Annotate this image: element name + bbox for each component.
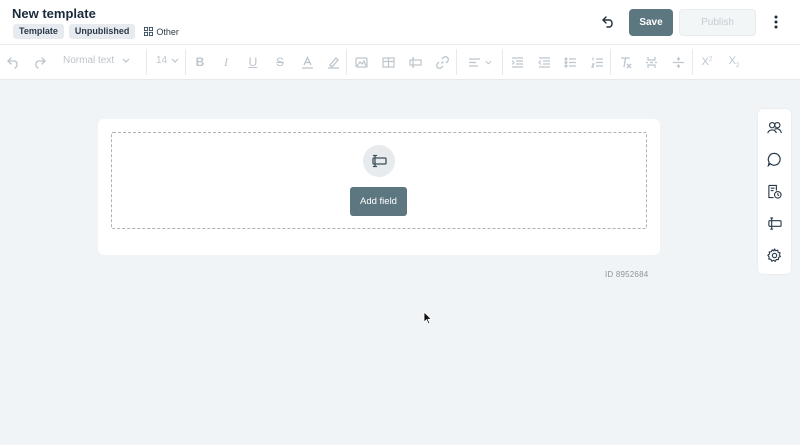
text-style-select[interactable]: Normal text xyxy=(63,55,130,66)
font-size-select[interactable]: 14 xyxy=(156,55,179,66)
clear-format-icon xyxy=(620,56,631,68)
strikethrough-icon: S xyxy=(275,55,284,69)
undo-edit-button[interactable] xyxy=(6,53,20,71)
template-title[interactable]: New template xyxy=(12,6,96,21)
right-side-panel xyxy=(758,109,791,274)
comments-button[interactable] xyxy=(766,151,783,168)
more-options-button[interactable] xyxy=(768,12,784,32)
underline-button[interactable]: U xyxy=(246,53,260,71)
align-left-icon xyxy=(469,57,480,67)
fields-button[interactable] xyxy=(766,215,783,232)
table-icon xyxy=(381,56,395,68)
text-field-icon xyxy=(372,154,387,168)
text-color-icon xyxy=(301,55,313,69)
subscript-icon: X2 xyxy=(728,54,740,70)
recipients-button[interactable] xyxy=(766,119,783,136)
category-tag[interactable]: Other xyxy=(144,27,179,37)
link-icon xyxy=(435,55,449,69)
history-button[interactable] xyxy=(766,183,783,200)
superscript-button[interactable]: X2 xyxy=(700,53,714,71)
horizontal-rule-icon xyxy=(672,56,684,68)
category-label: Other xyxy=(156,26,179,37)
redo-icon xyxy=(34,56,46,69)
comment-icon xyxy=(767,152,781,167)
publish-button[interactable]: Publish xyxy=(679,9,756,36)
undo-arrow-icon xyxy=(601,16,613,28)
top-header: New template Template Unpublished Other … xyxy=(0,0,800,44)
page-break-button[interactable] xyxy=(644,53,658,71)
toolbar-divider xyxy=(185,49,186,75)
text-align-select[interactable] xyxy=(466,53,494,71)
font-size-value: 14 xyxy=(156,55,168,66)
highlight-button[interactable] xyxy=(326,53,340,71)
outdent-icon xyxy=(537,56,550,68)
insert-image-button[interactable] xyxy=(354,53,368,71)
chevron-down-icon xyxy=(122,58,130,63)
numbered-list-button[interactable] xyxy=(590,53,604,71)
users-icon xyxy=(767,121,782,134)
toolbar-divider xyxy=(456,49,457,75)
underline-icon: U xyxy=(248,55,258,69)
italic-button[interactable]: I xyxy=(219,53,233,71)
template-canvas: Add field xyxy=(98,119,660,255)
toolbar-divider xyxy=(146,49,147,75)
toolbar-divider xyxy=(502,49,503,75)
text-color-button[interactable] xyxy=(300,53,314,71)
field-drop-zone[interactable]: Add field xyxy=(111,132,647,229)
tag-template: Template xyxy=(13,24,64,39)
insert-table-button[interactable] xyxy=(381,53,395,71)
save-button[interactable]: Save xyxy=(629,9,673,36)
tag-list: Template Unpublished Other xyxy=(13,24,179,39)
redo-edit-button[interactable] xyxy=(32,53,46,71)
insert-field-button[interactable] xyxy=(408,53,422,71)
numbered-list-icon xyxy=(590,57,603,68)
toolbar-divider xyxy=(610,49,611,75)
italic-icon: I xyxy=(224,54,228,69)
strikethrough-button[interactable]: S xyxy=(273,53,287,71)
formatting-toolbar: Normal text 14 B I U S X2 X2 xyxy=(0,44,800,80)
bullet-list-icon xyxy=(564,56,576,68)
subscript-button[interactable]: X2 xyxy=(727,53,741,71)
add-field-button[interactable]: Add field xyxy=(350,187,407,216)
tag-unpublished: Unpublished xyxy=(68,24,136,39)
text-field-icon xyxy=(768,217,782,230)
divider-button[interactable] xyxy=(671,53,685,71)
bold-button[interactable]: B xyxy=(193,53,207,71)
superscript-icon: X2 xyxy=(701,56,713,68)
undo-button[interactable] xyxy=(598,12,618,32)
undo-icon xyxy=(6,56,18,69)
text-style-value: Normal text xyxy=(63,55,115,66)
page-break-icon xyxy=(645,56,657,68)
vertical-dots-icon xyxy=(774,15,778,29)
insert-link-button[interactable] xyxy=(435,53,449,71)
mouse-cursor-icon xyxy=(423,311,433,325)
settings-button[interactable] xyxy=(766,247,783,264)
category-grid-icon xyxy=(144,27,154,36)
indent-button[interactable] xyxy=(510,53,524,71)
document-id: ID 8952684 xyxy=(605,270,649,279)
chevron-down-icon xyxy=(485,60,492,65)
image-icon xyxy=(354,56,368,68)
toolbar-divider xyxy=(692,49,693,75)
document-history-icon xyxy=(768,184,782,199)
indent-icon xyxy=(511,56,523,68)
bold-icon: B xyxy=(195,55,205,69)
highlighter-icon xyxy=(327,56,339,69)
gear-icon xyxy=(767,248,781,262)
toolbar-divider xyxy=(346,49,347,75)
bullet-list-button[interactable] xyxy=(563,53,577,71)
clear-format-button[interactable] xyxy=(618,53,632,71)
field-placeholder-badge xyxy=(363,145,395,177)
outdent-button[interactable] xyxy=(537,53,551,71)
chevron-down-icon xyxy=(171,58,179,63)
text-field-icon xyxy=(408,56,422,68)
